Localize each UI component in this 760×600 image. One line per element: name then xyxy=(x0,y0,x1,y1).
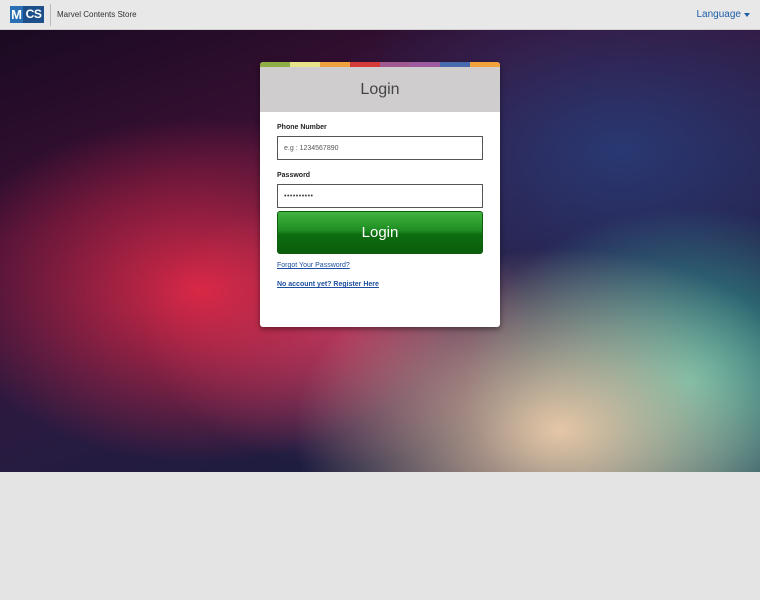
login-card: Login Phone Number Password Login Forgot… xyxy=(260,62,500,327)
logo-divider xyxy=(50,4,51,26)
phone-label: Phone Number xyxy=(277,124,327,131)
login-button[interactable]: Login xyxy=(277,211,483,254)
stripe-segment-3 xyxy=(350,62,380,67)
stripe-segment-0 xyxy=(260,62,290,67)
logo-m: M xyxy=(10,6,23,23)
logo-cs: CS xyxy=(23,6,44,23)
password-input[interactable] xyxy=(277,184,483,208)
language-dropdown[interactable]: Language xyxy=(696,9,750,20)
stripe-segment-1 xyxy=(290,62,320,67)
stripe-segment-2 xyxy=(320,62,350,67)
mcs-logo[interactable]: M CS xyxy=(10,6,44,23)
page-footer-area xyxy=(0,472,760,600)
stripe-segment-7 xyxy=(470,62,500,67)
store-name: Marvel Contents Store xyxy=(57,10,137,19)
login-title: Login xyxy=(260,67,500,112)
color-stripe xyxy=(260,62,500,67)
login-form: Phone Number Password Login Forgot Your … xyxy=(260,124,500,288)
stripe-segment-4 xyxy=(380,62,410,67)
password-label: Password xyxy=(277,172,311,179)
stripe-segment-5 xyxy=(410,62,440,67)
caret-down-icon xyxy=(744,13,750,17)
phone-input[interactable] xyxy=(277,136,483,160)
top-bar: M CS Marvel Contents Store Language xyxy=(0,0,760,30)
register-link[interactable]: No account yet? Register Here xyxy=(277,281,483,288)
language-label: Language xyxy=(696,9,742,20)
stripe-segment-6 xyxy=(440,62,470,67)
forgot-password-link[interactable]: Forgot Your Password? xyxy=(277,262,483,269)
